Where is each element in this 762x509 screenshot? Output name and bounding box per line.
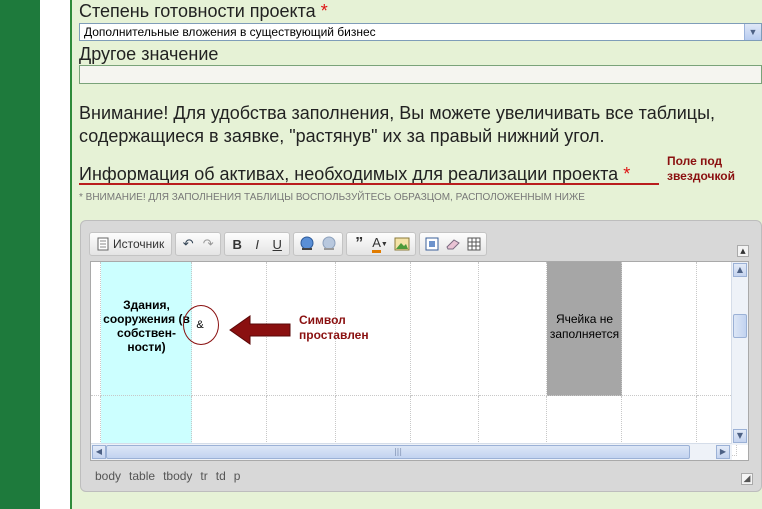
resize-grip-icon[interactable]: ◢ — [741, 473, 753, 485]
quote-icon: ” — [355, 235, 364, 252]
source-label: Источник — [113, 237, 165, 251]
style-group: ” A ▼ — [346, 232, 416, 256]
edit-area[interactable]: Здания, сооружения (в собствен-ности) & … — [90, 261, 749, 461]
toolbar-collapse-icon[interactable]: ▲ — [737, 245, 749, 257]
source-button[interactable]: Источник — [93, 234, 168, 254]
table-group — [418, 232, 487, 256]
maximize-icon — [425, 237, 439, 251]
table-icon — [467, 237, 481, 251]
path-item[interactable]: body — [95, 469, 121, 483]
format-group: B I U — [224, 232, 291, 256]
not-filled-cell-text: Ячейка не заполняется — [549, 312, 620, 341]
horizontal-scroll-thumb[interactable]: ||| — [106, 445, 690, 459]
redo-button[interactable]: ↷ — [199, 234, 217, 254]
field-hint-annotation: Поле под звездочкой — [667, 154, 735, 183]
vertical-scroll-thumb[interactable] — [733, 314, 747, 338]
rich-text-editor: Источник ↶ ↷ B I U ” A ▼ ▲ Здания, соору… — [80, 220, 762, 492]
element-path: body table tbody tr td p — [95, 469, 240, 483]
font-color-icon: A — [372, 235, 381, 253]
stage-select-value: Дополнительные вложения в существующий б… — [84, 25, 376, 39]
stage-select[interactable]: Дополнительные вложения в существующий б… — [79, 23, 762, 41]
undo-icon: ↶ — [182, 236, 194, 251]
buildings-cell-text: Здания, сооружения (в собствен-ности) — [103, 298, 190, 354]
other-value-label: Другое значение — [79, 44, 219, 64]
sidebar-stripe — [0, 0, 40, 509]
table-cell[interactable] — [91, 262, 101, 396]
path-item[interactable]: tbody — [163, 469, 192, 483]
image-icon — [394, 237, 410, 251]
notice-text: Внимание! Для удобства заполнения, Вы мо… — [79, 103, 716, 146]
scroll-up-icon[interactable]: ▲ — [733, 263, 747, 277]
section-required-mark: * — [623, 164, 631, 184]
eraser-button[interactable] — [443, 234, 463, 254]
path-item[interactable]: p — [234, 469, 241, 483]
history-group: ↶ ↷ — [175, 232, 222, 256]
table-cell[interactable] — [479, 262, 547, 396]
font-color-button[interactable]: A ▼ — [370, 234, 390, 254]
required-mark: * — [320, 1, 328, 21]
table-cell[interactable] — [411, 262, 479, 396]
chevron-down-icon[interactable]: ▼ — [744, 24, 761, 40]
path-item[interactable]: table — [129, 469, 155, 483]
maximize-button[interactable] — [423, 234, 441, 254]
section-title: Информация об активах, необходимых для р… — [79, 164, 631, 184]
table-button[interactable] — [465, 234, 483, 254]
image-button[interactable] — [392, 234, 412, 254]
vertical-scrollbar[interactable]: ▲ ▼ — [731, 262, 748, 445]
italic-button[interactable]: I — [248, 234, 266, 254]
redo-icon: ↷ — [202, 236, 214, 251]
document-icon — [97, 237, 109, 251]
section-underline — [79, 183, 659, 185]
underline-button[interactable]: U — [268, 234, 286, 254]
scroll-down-icon[interactable]: ▼ — [733, 429, 747, 443]
stage-label: Степень готовности проекта * — [79, 1, 328, 21]
sidebar-gap — [40, 0, 70, 509]
horizontal-scrollbar[interactable]: ◀ ||| ▶ — [91, 443, 732, 460]
bold-button[interactable]: B — [228, 234, 246, 254]
other-value-input[interactable] — [79, 65, 762, 84]
link-group — [293, 232, 344, 256]
annotation-circle — [183, 305, 219, 345]
unlink-icon — [322, 236, 336, 250]
source-group: Источник — [89, 232, 173, 256]
table-cell[interactable] — [622, 262, 697, 396]
path-item[interactable]: td — [216, 469, 226, 483]
scroll-right-icon[interactable]: ▶ — [716, 445, 730, 459]
undo-button[interactable]: ↶ — [179, 234, 197, 254]
blockquote-button[interactable]: ” — [350, 234, 368, 254]
eraser-icon — [446, 239, 460, 250]
link-button[interactable] — [297, 234, 317, 254]
editor-toolbar: Источник ↶ ↷ B I U ” A ▼ — [89, 231, 487, 257]
scroll-left-icon[interactable]: ◀ — [92, 445, 106, 459]
path-item[interactable]: tr — [200, 469, 207, 483]
chevron-down-icon: ▼ — [380, 240, 388, 248]
link-icon — [300, 236, 314, 250]
symbol-annotation: Символ проставлен — [299, 313, 369, 342]
section-hint: * ВНИМАНИЕ! ДЛЯ ЗАПОЛНЕНИЯ ТАБЛИЦЫ ВОСПО… — [79, 192, 585, 203]
unlink-button[interactable] — [319, 234, 339, 254]
annotation-arrow-icon — [229, 315, 291, 345]
